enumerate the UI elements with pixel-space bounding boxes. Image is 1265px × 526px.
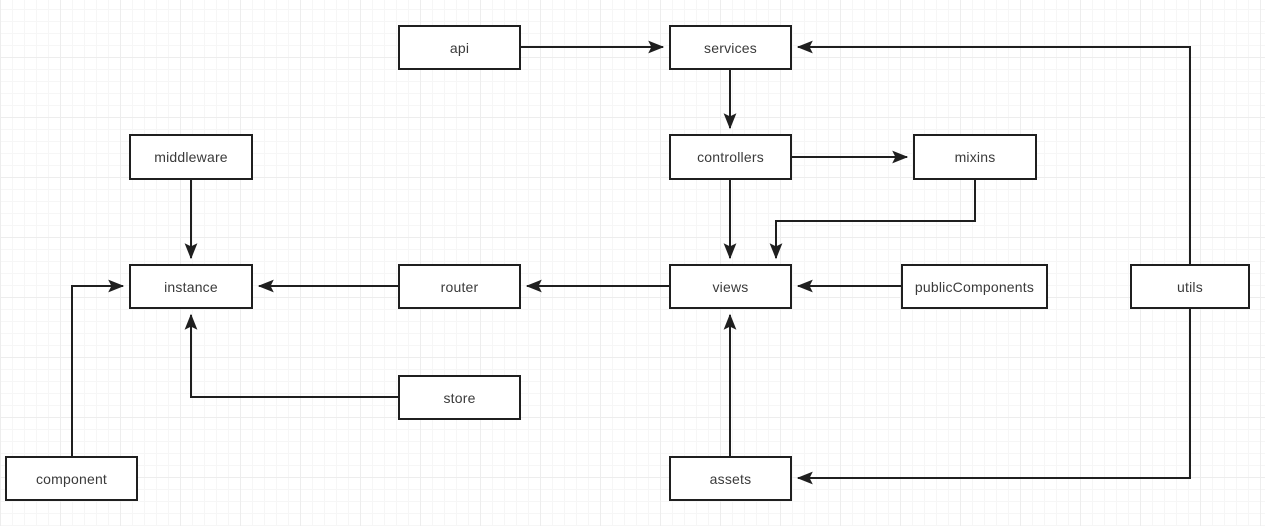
node-middleware[interactable]: middleware [129,134,253,180]
node-component[interactable]: component [5,456,138,501]
edge-mixins-views [769,180,976,260]
node-router[interactable]: router [398,264,521,309]
node-label-instance: instance [164,278,218,295]
node-instance[interactable]: instance [129,264,253,309]
edges-group [71,40,1191,485]
node-label-utils: utils [1177,278,1203,295]
node-api[interactable]: api [398,25,521,70]
node-label-mixins: mixins [954,149,996,165]
node-utils[interactable]: utils [1130,264,1250,309]
edge-component-instance [71,279,125,456]
node-label-publicComponents: publicComponents [914,278,1035,295]
node-store[interactable]: store [398,375,521,420]
node-label-api: api [449,39,470,56]
node-assets[interactable]: assets [669,456,792,501]
node-label-assets: assets [709,470,752,487]
node-label-services: services [704,39,757,56]
node-services[interactable]: services [669,25,792,70]
edge-layer [71,40,1191,485]
node-label-views: views [712,278,749,295]
node-views[interactable]: views [669,264,792,309]
node-publicComponents[interactable]: publicComponents [901,264,1048,309]
node-label-component: component [35,470,108,487]
node-mixins[interactable]: mixins [913,134,1037,180]
node-controllers[interactable]: controllers [669,134,792,180]
node-label-store: store [443,389,476,406]
node-label-controllers: controllers [697,149,764,165]
edge-utils-assets [796,309,1191,485]
node-label-router: router [440,278,479,295]
edge-store-instance [184,313,398,398]
diagram-canvas: api services middleware controllers mixins in… [0,0,1265,526]
node-label-middleware: middleware [154,149,228,165]
